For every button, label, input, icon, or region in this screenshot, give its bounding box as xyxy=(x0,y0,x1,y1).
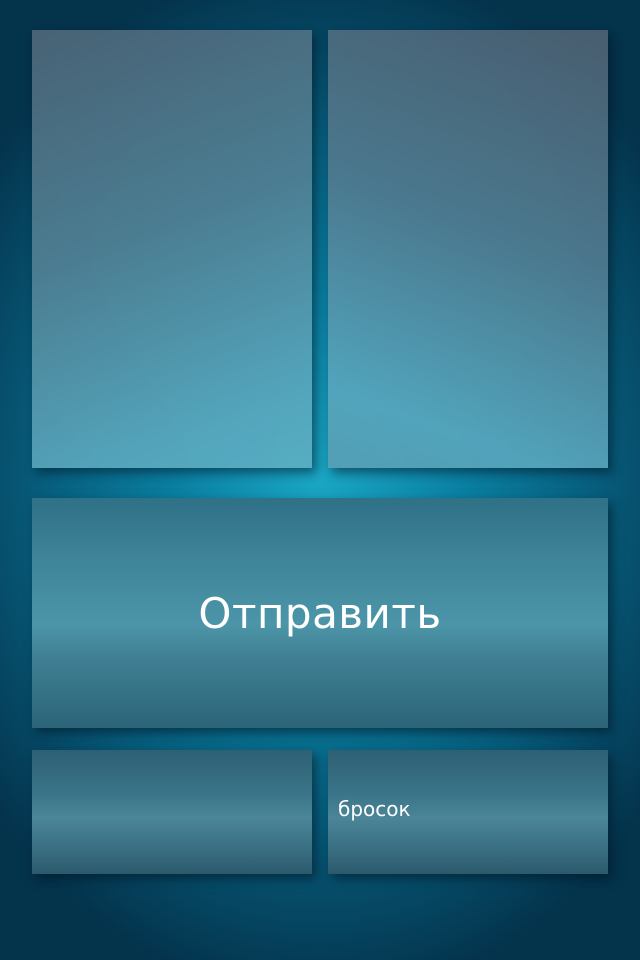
send-button[interactable]: Отправить xyxy=(32,498,608,728)
throw-button[interactable]: бросок xyxy=(328,750,608,874)
image-tile-right[interactable] xyxy=(328,30,608,468)
bottom-left-button[interactable] xyxy=(32,750,312,874)
image-tile-left[interactable] xyxy=(32,30,312,468)
send-button-label: Отправить xyxy=(198,588,442,638)
throw-button-label: бросок xyxy=(338,797,411,821)
